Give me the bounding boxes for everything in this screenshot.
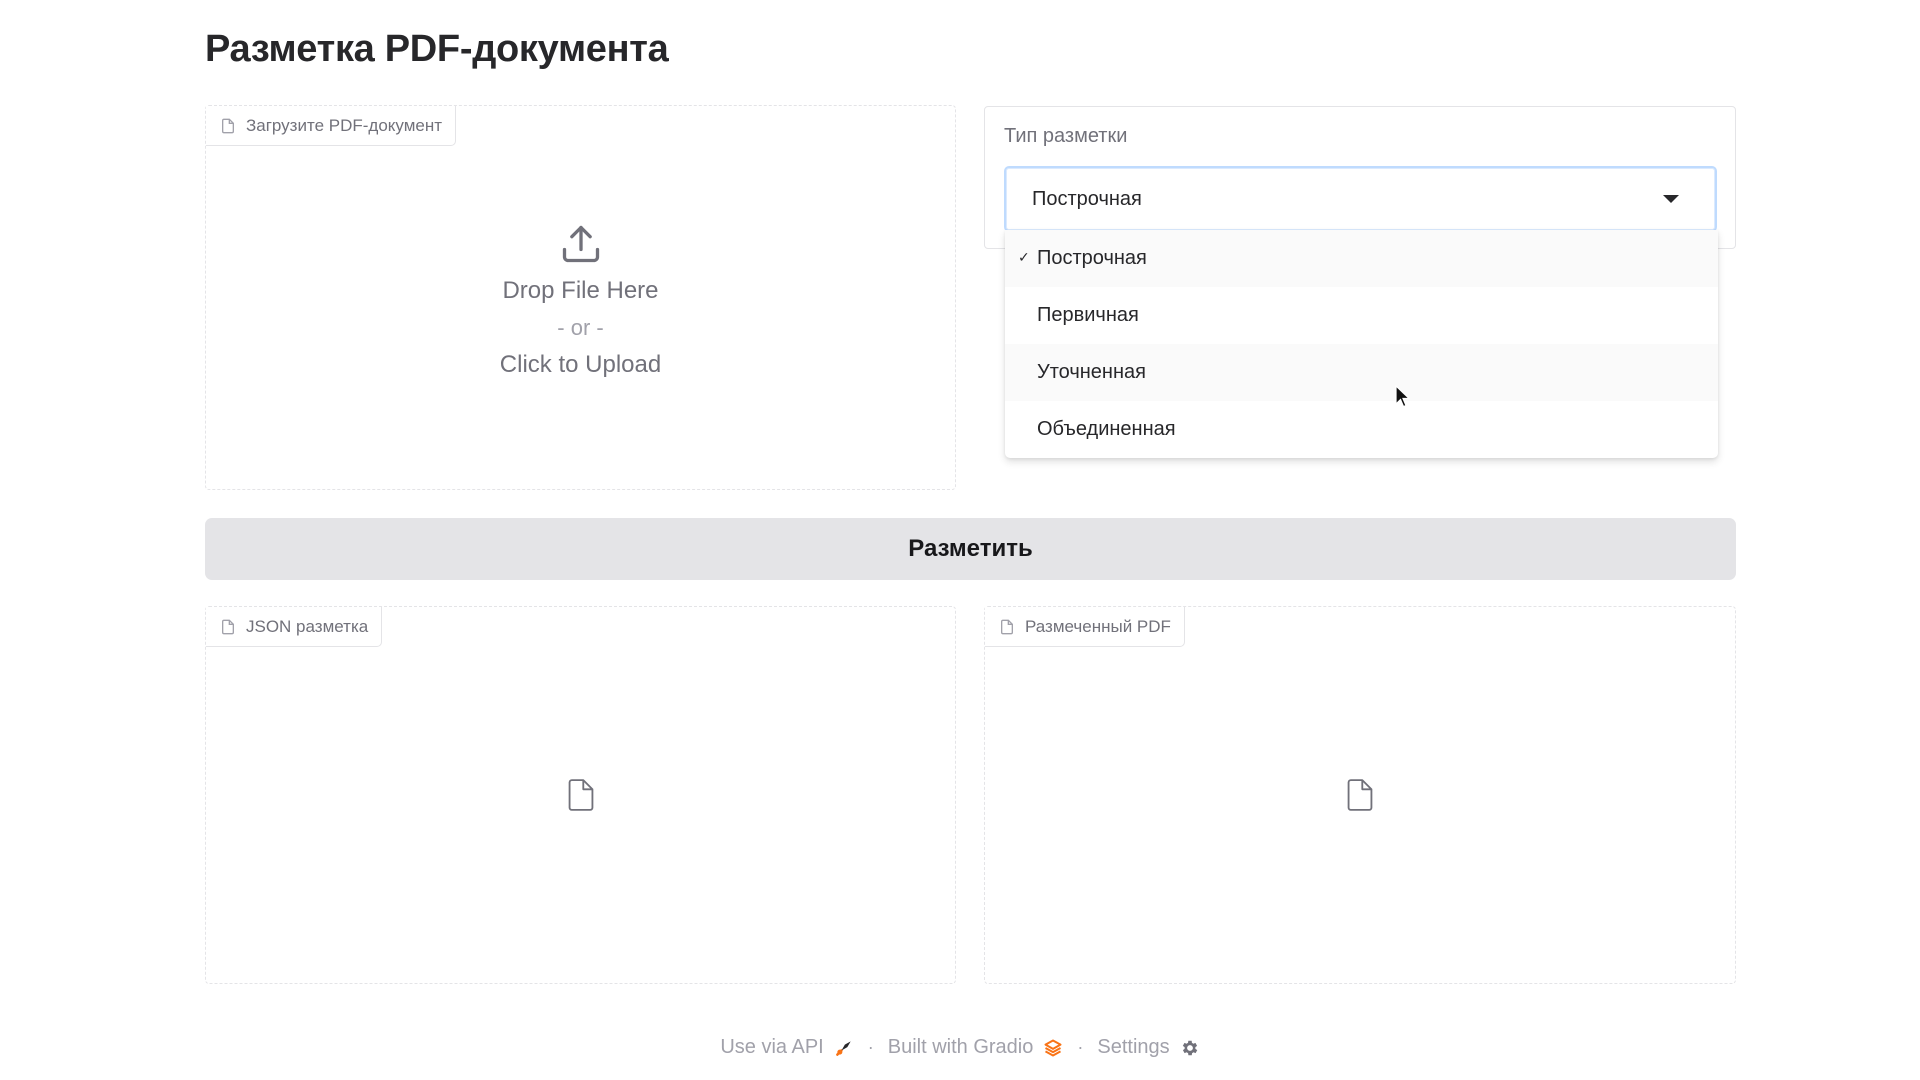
dropdown-option-obedinennaya[interactable]: Объединенная	[1005, 401, 1718, 458]
footer: Use via API · Built with Gradio · Settin…	[0, 1036, 1920, 1059]
file-icon	[1001, 619, 1013, 634]
gradio-logo-icon	[1044, 1039, 1062, 1056]
markup-type-label: Тип разметки	[1004, 125, 1128, 147]
dropdown-option-utochnennaya[interactable]: Уточненная	[1005, 344, 1718, 401]
json-label-text: JSON разметка	[246, 616, 369, 636]
dropdown-option-label: Уточненная	[1037, 361, 1146, 383]
upload-icon	[562, 225, 599, 263]
page-title: Разметка PDF-документа	[205, 28, 669, 70]
dropdown-option-label: Объединенная	[1037, 418, 1176, 440]
mouse-cursor-icon	[1395, 385, 1411, 408]
upload-label-text: Загрузите PDF-документ	[246, 115, 443, 135]
upload-dropzone[interactable]: Drop File Here - or - Click to Upload	[206, 222, 955, 384]
dropdown-option-label: Первичная	[1037, 304, 1139, 326]
dropdown-option-postrochnaya[interactable]: ✓ Построчная	[1005, 230, 1718, 287]
empty-file-icon	[568, 779, 593, 811]
built-with-gradio-link[interactable]: Built with Gradio	[888, 1036, 1064, 1059]
dropdown-option-label: Построчная	[1037, 247, 1147, 269]
use-via-api-label: Use via API	[720, 1036, 824, 1058]
footer-separator: ·	[867, 1037, 874, 1057]
or-text: - or -	[557, 315, 604, 340]
dropdown-option-pervichnaya[interactable]: Первичная	[1005, 287, 1718, 344]
use-via-api-link[interactable]: Use via API	[720, 1036, 853, 1059]
gear-icon	[1182, 1040, 1197, 1055]
click-to-upload-text[interactable]: Click to Upload	[206, 346, 955, 384]
pdf-output-panel: Размеченный PDF	[984, 606, 1736, 984]
json-output-panel: JSON разметка	[205, 606, 956, 984]
check-icon: ✓	[1018, 249, 1030, 265]
mark-button[interactable]: Разметить	[205, 518, 1736, 580]
file-icon	[222, 118, 234, 133]
drop-file-text: Drop File Here	[502, 277, 659, 304]
upload-panel-label: Загрузите PDF-документ	[206, 106, 457, 146]
rocket-icon	[835, 1040, 851, 1056]
json-panel-label: JSON разметка	[206, 607, 383, 647]
empty-file-icon	[1347, 779, 1373, 811]
markup-type-select[interactable]: Построчная	[1004, 166, 1717, 232]
footer-separator: ·	[1077, 1037, 1084, 1057]
markup-type-panel: Тип разметки Построчная	[984, 106, 1736, 249]
markup-type-selected-value: Построчная	[1032, 187, 1142, 210]
pdf-upload-panel[interactable]: Загрузите PDF-документ Drop File Here - …	[205, 105, 956, 490]
file-icon	[222, 619, 234, 634]
markup-type-dropdown: ✓ Построчная Первичная Уточненная Объеди…	[1005, 230, 1718, 458]
pdf-panel-label: Размеченный PDF	[985, 607, 1185, 647]
caret-down-icon[interactable]	[1663, 195, 1679, 203]
pdf-label-text: Размеченный PDF	[1025, 616, 1171, 636]
built-with-gradio-label: Built with Gradio	[887, 1036, 1034, 1058]
settings-label: Settings	[1097, 1036, 1170, 1058]
settings-link[interactable]: Settings	[1097, 1036, 1199, 1059]
